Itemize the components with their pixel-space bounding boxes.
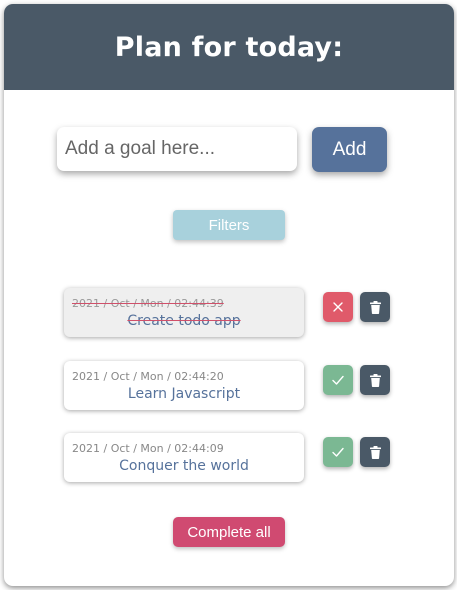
delete-button[interactable] (360, 292, 390, 322)
app-header: Plan for today: (4, 4, 454, 90)
todo-text: Learn Javascript (127, 386, 241, 402)
check-icon (332, 447, 344, 457)
todo-card: Plan for today: Add Filters 2021 / Oct /… (4, 4, 454, 586)
complete-all-button[interactable]: Complete all (173, 517, 285, 547)
filters-button[interactable]: Filters (173, 210, 285, 240)
goal-input[interactable] (57, 127, 297, 171)
page-title: Plan for today: (114, 31, 344, 63)
check-icon (332, 375, 344, 385)
todo-date: 2021 / Oct / Mon / 02:44:20 (72, 370, 224, 383)
undo-button[interactable] (323, 292, 353, 322)
add-button[interactable]: Add (312, 127, 387, 172)
delete-button[interactable] (360, 437, 390, 467)
todo-item: 2021 / Oct / Mon / 02:44:20 Learn Javasc… (64, 361, 304, 410)
todo-date: 2021 / Oct / Mon / 02:44:09 (72, 442, 224, 455)
trash-icon (369, 300, 381, 314)
complete-button[interactable] (323, 365, 353, 395)
todo-text: Create todo app (127, 313, 241, 329)
todo-item: 2021 / Oct / Mon / 02:44:39 Create todo … (64, 288, 304, 337)
trash-icon (369, 373, 381, 387)
todo-item: 2021 / Oct / Mon / 02:44:09 Conquer the … (64, 433, 304, 482)
todo-text: Conquer the world (119, 458, 249, 474)
delete-button[interactable] (360, 365, 390, 395)
complete-button[interactable] (323, 437, 353, 467)
close-icon (333, 302, 343, 312)
trash-icon (369, 445, 381, 459)
todo-date: 2021 / Oct / Mon / 02:44:39 (72, 297, 224, 310)
